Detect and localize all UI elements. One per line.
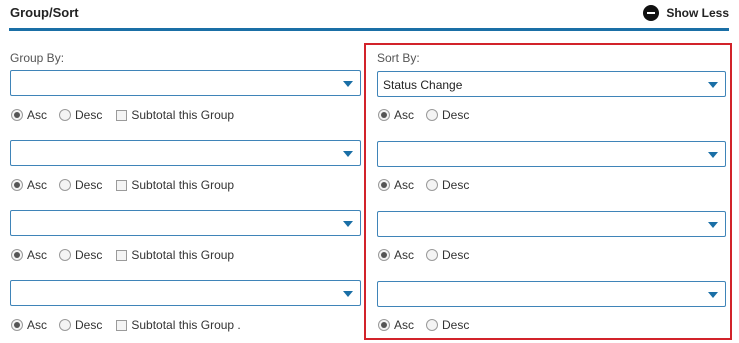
group-4-subtotal-label: Subtotal this Group . xyxy=(131,318,241,332)
group-4-asc-radio[interactable] xyxy=(11,319,23,331)
group-2-subtotal-label: Subtotal this Group xyxy=(131,178,235,192)
group-1-subtotal-label: Subtotal this Group xyxy=(131,108,235,122)
sort-by-highlight-box xyxy=(364,43,732,340)
group-1-desc-label: Desc xyxy=(75,108,103,122)
group-by-options-1: Asc Desc Subtotal this Group xyxy=(11,107,234,123)
group-1-subtotal-checkbox[interactable] xyxy=(116,109,128,121)
group-1-asc-label: Asc xyxy=(27,108,48,122)
show-less-label: Show Less xyxy=(666,6,729,20)
group-3-desc-radio[interactable] xyxy=(59,249,72,261)
group-2-desc-label: Desc xyxy=(75,178,103,192)
group-3-subtotal-checkbox[interactable] xyxy=(116,249,128,261)
group-by-select-3[interactable] xyxy=(10,210,361,236)
group-by-select-1[interactable] xyxy=(10,70,361,96)
group-3-desc-label: Desc xyxy=(75,248,103,262)
group-by-label: Group By: xyxy=(10,51,65,65)
show-less-button[interactable]: Show Less xyxy=(643,4,729,22)
group-4-desc-radio[interactable] xyxy=(59,319,72,331)
group-by-options-2: Asc Desc Subtotal this Group xyxy=(11,177,234,193)
caret-down-icon xyxy=(343,151,353,157)
group-2-asc-label: Asc xyxy=(27,178,48,192)
group-2-subtotal-checkbox[interactable] xyxy=(116,179,128,191)
group-4-asc-label: Asc xyxy=(27,318,48,332)
group-3-asc-radio[interactable] xyxy=(11,249,23,261)
group-by-options-3: Asc Desc Subtotal this Group xyxy=(11,247,234,263)
group-by-select-2[interactable] xyxy=(10,140,361,166)
caret-down-icon xyxy=(343,81,353,87)
group-1-desc-radio[interactable] xyxy=(59,109,72,121)
group-1-asc-radio[interactable] xyxy=(11,109,23,121)
header-divider xyxy=(9,28,729,31)
group-3-subtotal-label: Subtotal this Group xyxy=(131,248,235,262)
group-4-subtotal-checkbox[interactable] xyxy=(116,319,128,331)
section-title: Group/Sort xyxy=(10,5,79,20)
caret-down-icon xyxy=(343,291,353,297)
caret-down-icon xyxy=(343,221,353,227)
group-2-asc-radio[interactable] xyxy=(11,179,23,191)
group-by-options-4: Asc Desc Subtotal this Group . xyxy=(11,317,241,333)
group-2-desc-radio[interactable] xyxy=(59,179,72,191)
group-by-select-4[interactable] xyxy=(10,280,361,306)
group-3-asc-label: Asc xyxy=(27,248,48,262)
group-4-desc-label: Desc xyxy=(75,318,103,332)
minus-circle-icon xyxy=(643,5,660,21)
